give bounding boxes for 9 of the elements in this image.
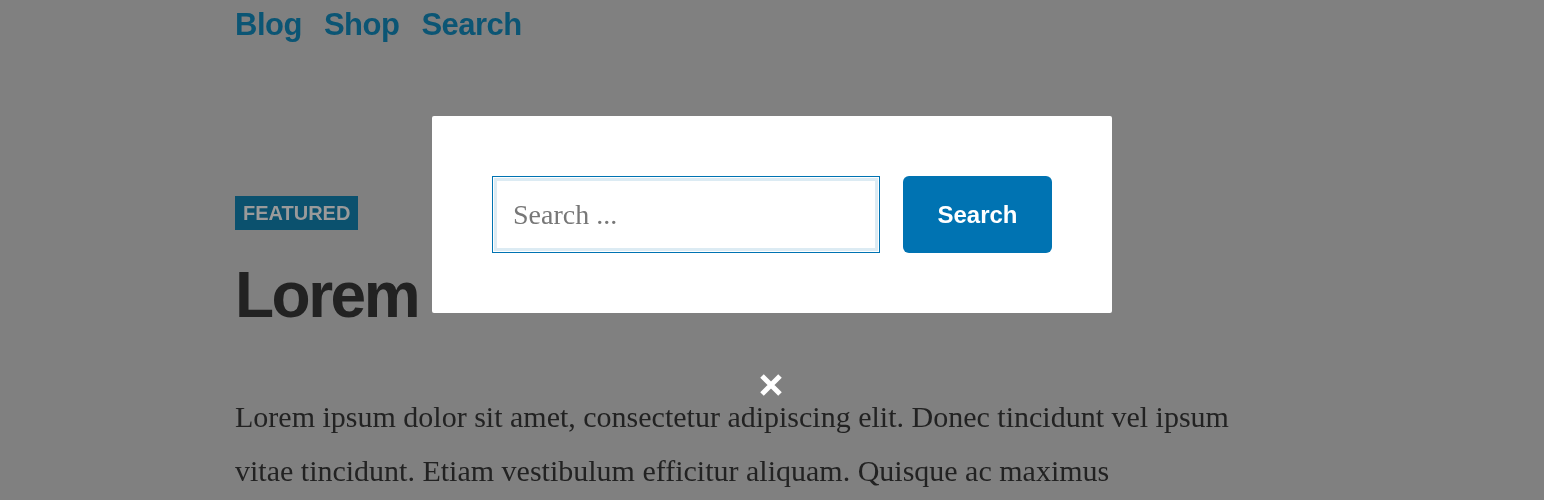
search-button[interactable]: Search xyxy=(903,176,1052,253)
category-badge: FEATURED xyxy=(235,196,359,230)
close-icon xyxy=(759,373,783,397)
search-field[interactable]: Search ... xyxy=(492,176,880,253)
post-excerpt: Lorem ipsum dolor sit amet, consectetur adipiscing elit. Donec tincidunt vel ipsum vitae tincidunt. Etiam vestibulum efficitur aliquam. Quisque ac maximus xyxy=(235,399,1230,489)
nav-link[interactable]: Shop xyxy=(323,7,400,43)
nav-link[interactable]: Blog xyxy=(235,7,302,43)
nav-link[interactable]: Search xyxy=(421,7,522,43)
post-title: Lorem xyxy=(235,260,419,330)
